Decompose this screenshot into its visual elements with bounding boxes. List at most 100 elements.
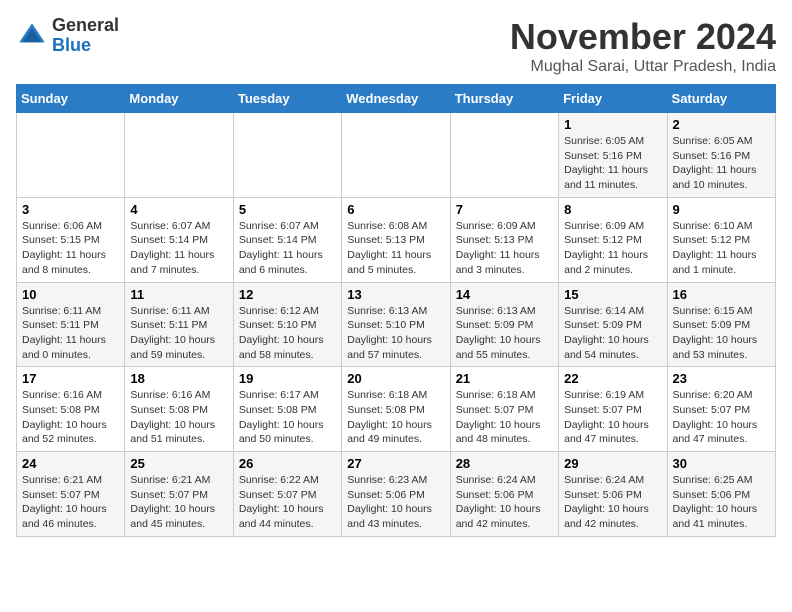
- day-info: Sunrise: 6:19 AM Sunset: 5:07 PM Dayligh…: [564, 388, 661, 447]
- column-header-thursday: Thursday: [450, 85, 558, 113]
- day-info: Sunrise: 6:21 AM Sunset: 5:07 PM Dayligh…: [130, 473, 227, 532]
- day-number: 29: [564, 456, 661, 471]
- calendar-cell: 1Sunrise: 6:05 AM Sunset: 5:16 PM Daylig…: [559, 113, 667, 198]
- calendar-week-4: 17 Sunrise: 6:16 AM Sunset: 5:08 PM Dayli…: [17, 367, 776, 452]
- column-header-sunday: Sunday: [17, 85, 125, 113]
- calendar-cell: 7 Sunrise: 6:09 AM Sunset: 5:13 PM Daylig…: [450, 197, 558, 282]
- day-info: Sunrise: 6:18 AM Sunset: 5:07 PM Dayligh…: [456, 388, 553, 447]
- calendar-cell: [17, 113, 125, 198]
- calendar-cell: 9 Sunrise: 6:10 AM Sunset: 5:12 PM Daylig…: [667, 197, 775, 282]
- calendar-week-3: 10 Sunrise: 6:11 AM Sunset: 5:11 PM Dayli…: [17, 282, 776, 367]
- calendar-cell: 5 Sunrise: 6:07 AM Sunset: 5:14 PM Daylig…: [233, 197, 341, 282]
- day-info: Sunrise: 6:23 AM Sunset: 5:06 PM Dayligh…: [347, 473, 444, 532]
- calendar-cell: 29 Sunrise: 6:24 AM Sunset: 5:06 PM Dayli…: [559, 452, 667, 537]
- calendar-cell: 16Sunrise: 6:15 AM Sunset: 5:09 PM Dayli…: [667, 282, 775, 367]
- calendar-cell: 6 Sunrise: 6:08 AM Sunset: 5:13 PM Daylig…: [342, 197, 450, 282]
- title-block: November 2024 Mughal Sarai, Uttar Prades…: [510, 16, 776, 76]
- day-info: Sunrise: 6:11 AM Sunset: 5:11 PM Dayligh…: [22, 304, 119, 363]
- calendar-week-1: 1Sunrise: 6:05 AM Sunset: 5:16 PM Daylig…: [17, 113, 776, 198]
- day-number: 17: [22, 371, 119, 386]
- column-header-wednesday: Wednesday: [342, 85, 450, 113]
- day-number: 27: [347, 456, 444, 471]
- logo: General Blue: [16, 16, 119, 56]
- day-number: 10: [22, 287, 119, 302]
- day-info: Sunrise: 6:07 AM Sunset: 5:14 PM Dayligh…: [239, 219, 336, 278]
- calendar-cell: 22Sunrise: 6:19 AM Sunset: 5:07 PM Dayli…: [559, 367, 667, 452]
- day-number: 15: [564, 287, 661, 302]
- calendar-cell: 21 Sunrise: 6:18 AM Sunset: 5:07 PM Dayli…: [450, 367, 558, 452]
- day-number: 6: [347, 202, 444, 217]
- day-number: 16: [673, 287, 770, 302]
- calendar-table: SundayMondayTuesdayWednesdayThursdayFrid…: [16, 84, 776, 537]
- day-info: Sunrise: 6:05 AM Sunset: 5:16 PM Dayligh…: [673, 134, 770, 193]
- day-info: Sunrise: 6:11 AM Sunset: 5:11 PM Dayligh…: [130, 304, 227, 363]
- calendar-cell: 13 Sunrise: 6:13 AM Sunset: 5:10 PM Dayli…: [342, 282, 450, 367]
- day-number: 19: [239, 371, 336, 386]
- logo-icon: [16, 20, 48, 52]
- column-header-saturday: Saturday: [667, 85, 775, 113]
- day-number: 3: [22, 202, 119, 217]
- day-info: Sunrise: 6:09 AM Sunset: 5:13 PM Dayligh…: [456, 219, 553, 278]
- day-info: Sunrise: 6:24 AM Sunset: 5:06 PM Dayligh…: [456, 473, 553, 532]
- calendar-cell: 20 Sunrise: 6:18 AM Sunset: 5:08 PM Dayli…: [342, 367, 450, 452]
- day-number: 7: [456, 202, 553, 217]
- column-header-tuesday: Tuesday: [233, 85, 341, 113]
- day-number: 5: [239, 202, 336, 217]
- calendar-cell: [342, 113, 450, 198]
- page-header: General Blue November 2024 Mughal Sarai,…: [16, 16, 776, 76]
- day-number: 24: [22, 456, 119, 471]
- day-info: Sunrise: 6:05 AM Sunset: 5:16 PM Dayligh…: [564, 134, 661, 193]
- day-info: Sunrise: 6:17 AM Sunset: 5:08 PM Dayligh…: [239, 388, 336, 447]
- calendar-cell: 14 Sunrise: 6:13 AM Sunset: 5:09 PM Dayli…: [450, 282, 558, 367]
- day-number: 2: [673, 117, 770, 132]
- logo-text: General Blue: [52, 16, 119, 56]
- calendar-cell: 28Sunrise: 6:24 AM Sunset: 5:06 PM Dayli…: [450, 452, 558, 537]
- day-info: Sunrise: 6:25 AM Sunset: 5:06 PM Dayligh…: [673, 473, 770, 532]
- day-number: 9: [673, 202, 770, 217]
- day-info: Sunrise: 6:16 AM Sunset: 5:08 PM Dayligh…: [130, 388, 227, 447]
- day-number: 26: [239, 456, 336, 471]
- column-header-friday: Friday: [559, 85, 667, 113]
- day-number: 25: [130, 456, 227, 471]
- calendar-cell: 8Sunrise: 6:09 AM Sunset: 5:12 PM Daylig…: [559, 197, 667, 282]
- calendar-header-row: SundayMondayTuesdayWednesdayThursdayFrid…: [17, 85, 776, 113]
- day-info: Sunrise: 6:12 AM Sunset: 5:10 PM Dayligh…: [239, 304, 336, 363]
- calendar-cell: 24 Sunrise: 6:21 AM Sunset: 5:07 PM Dayli…: [17, 452, 125, 537]
- calendar-cell: 30 Sunrise: 6:25 AM Sunset: 5:06 PM Dayli…: [667, 452, 775, 537]
- calendar-cell: 23Sunrise: 6:20 AM Sunset: 5:07 PM Dayli…: [667, 367, 775, 452]
- calendar-cell: 2 Sunrise: 6:05 AM Sunset: 5:16 PM Daylig…: [667, 113, 775, 198]
- day-info: Sunrise: 6:08 AM Sunset: 5:13 PM Dayligh…: [347, 219, 444, 278]
- day-number: 20: [347, 371, 444, 386]
- calendar-week-5: 24 Sunrise: 6:21 AM Sunset: 5:07 PM Dayli…: [17, 452, 776, 537]
- calendar-cell: 25 Sunrise: 6:21 AM Sunset: 5:07 PM Dayli…: [125, 452, 233, 537]
- day-info: Sunrise: 6:13 AM Sunset: 5:09 PM Dayligh…: [456, 304, 553, 363]
- calendar-cell: 27 Sunrise: 6:23 AM Sunset: 5:06 PM Dayli…: [342, 452, 450, 537]
- calendar-week-2: 3Sunrise: 6:06 AM Sunset: 5:15 PM Daylig…: [17, 197, 776, 282]
- day-number: 30: [673, 456, 770, 471]
- day-info: Sunrise: 6:13 AM Sunset: 5:10 PM Dayligh…: [347, 304, 444, 363]
- day-number: 14: [456, 287, 553, 302]
- calendar-cell: 11 Sunrise: 6:11 AM Sunset: 5:11 PM Dayli…: [125, 282, 233, 367]
- day-number: 12: [239, 287, 336, 302]
- logo-blue: Blue: [52, 35, 91, 55]
- calendar-cell: 18 Sunrise: 6:16 AM Sunset: 5:08 PM Dayli…: [125, 367, 233, 452]
- calendar-cell: 12 Sunrise: 6:12 AM Sunset: 5:10 PM Dayli…: [233, 282, 341, 367]
- day-info: Sunrise: 6:24 AM Sunset: 5:06 PM Dayligh…: [564, 473, 661, 532]
- calendar-cell: 26Sunrise: 6:22 AM Sunset: 5:07 PM Dayli…: [233, 452, 341, 537]
- day-number: 11: [130, 287, 227, 302]
- day-info: Sunrise: 6:14 AM Sunset: 5:09 PM Dayligh…: [564, 304, 661, 363]
- calendar-cell: 19 Sunrise: 6:17 AM Sunset: 5:08 PM Dayli…: [233, 367, 341, 452]
- logo-general: General: [52, 15, 119, 35]
- day-info: Sunrise: 6:20 AM Sunset: 5:07 PM Dayligh…: [673, 388, 770, 447]
- day-info: Sunrise: 6:21 AM Sunset: 5:07 PM Dayligh…: [22, 473, 119, 532]
- day-number: 18: [130, 371, 227, 386]
- calendar-cell: 17 Sunrise: 6:16 AM Sunset: 5:08 PM Dayli…: [17, 367, 125, 452]
- day-number: 13: [347, 287, 444, 302]
- day-info: Sunrise: 6:10 AM Sunset: 5:12 PM Dayligh…: [673, 219, 770, 278]
- day-number: 4: [130, 202, 227, 217]
- day-info: Sunrise: 6:16 AM Sunset: 5:08 PM Dayligh…: [22, 388, 119, 447]
- calendar-cell: 4Sunrise: 6:07 AM Sunset: 5:14 PM Daylig…: [125, 197, 233, 282]
- day-number: 21: [456, 371, 553, 386]
- day-info: Sunrise: 6:18 AM Sunset: 5:08 PM Dayligh…: [347, 388, 444, 447]
- calendar-cell: 3Sunrise: 6:06 AM Sunset: 5:15 PM Daylig…: [17, 197, 125, 282]
